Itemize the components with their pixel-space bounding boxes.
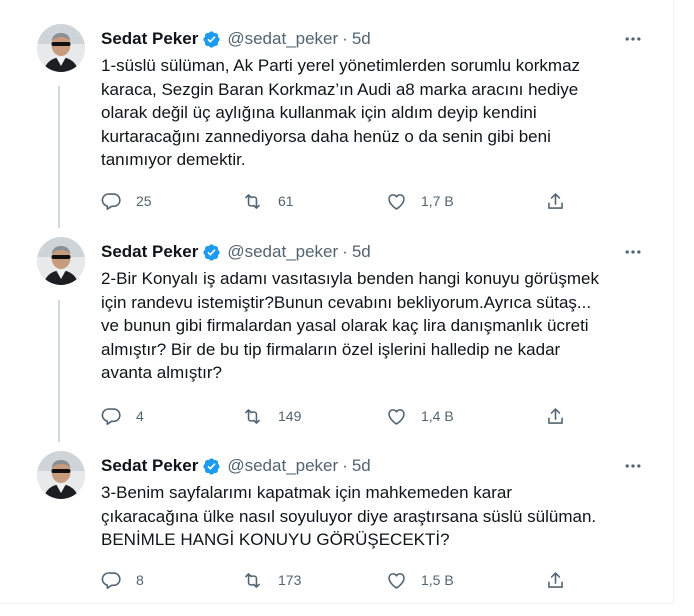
tweet-text: 2-Bir Konyalı iş adamı vasıtasıyla bende… bbox=[101, 267, 649, 385]
thread-connector-line bbox=[58, 300, 60, 442]
author-name[interactable]: Sedat Peker bbox=[101, 29, 198, 49]
tweet-actions: 4 149 1,4 B bbox=[101, 403, 571, 429]
verified-badge-icon bbox=[202, 30, 221, 49]
author-handle[interactable]: @sedat_peker bbox=[227, 242, 338, 262]
more-options-icon[interactable] bbox=[619, 241, 647, 263]
separator-dot: · bbox=[342, 29, 348, 48]
tweet-text-line: için randevu istemiştir?Bunun cevabını b… bbox=[101, 292, 592, 312]
thread-connector-line bbox=[58, 86, 60, 228]
tweet-header: Sedat Peker @sedat_peker · 5d bbox=[101, 455, 371, 477]
share-button[interactable] bbox=[545, 403, 566, 429]
tweet-text-line: 1-süslü sülüman, Ak Parti yerel yönetiml… bbox=[101, 56, 581, 75]
share-icon bbox=[545, 191, 566, 212]
retweet-count: 149 bbox=[278, 408, 302, 424]
reply-button[interactable]: 4 bbox=[101, 403, 144, 429]
reply-icon bbox=[101, 570, 122, 591]
reply-icon bbox=[101, 191, 122, 212]
tweet-timestamp[interactable]: 5d bbox=[352, 242, 371, 262]
tweet-text-line: tanımıyor demektir. bbox=[101, 150, 246, 169]
like-icon bbox=[386, 406, 407, 427]
author-name[interactable]: Sedat Peker bbox=[101, 456, 198, 476]
reply-count: 25 bbox=[136, 193, 152, 209]
tweet-text-line: 3-Benim sayfalarımı kapatmak için mahkem… bbox=[101, 483, 512, 502]
retweet-button[interactable]: 173 bbox=[241, 567, 301, 593]
tweet-text-line: BENİMLE HANGİ KONUYU GÖRÜŞECEKTİ? bbox=[101, 530, 450, 549]
tweet-text-line: kurtaracağını zannediyorsa daha henüz o … bbox=[101, 126, 551, 146]
reply-button[interactable]: 8 bbox=[101, 567, 144, 593]
avatar[interactable] bbox=[37, 451, 85, 499]
like-icon bbox=[386, 191, 407, 212]
tweet-actions: 25 61 1,7 B bbox=[101, 188, 571, 214]
reply-count: 4 bbox=[136, 408, 144, 424]
separator-dot: · bbox=[342, 242, 348, 261]
like-icon bbox=[386, 570, 407, 591]
like-count: 1,5 B bbox=[421, 572, 454, 588]
tweet-text-line: çıkaracağına ülke nasıl soyuluyor diye a… bbox=[101, 506, 597, 526]
tweet-text-line: almıştır? Bir de bu tip firmaların özel … bbox=[101, 339, 561, 359]
verified-badge-icon bbox=[202, 457, 221, 476]
verified-badge-icon bbox=[202, 243, 221, 262]
tweet-text-line: 2-Bir Konyalı iş adamı vasıtasıyla bende… bbox=[101, 269, 599, 288]
tweet-actions: 8 173 1,5 B bbox=[101, 567, 571, 593]
tweet-timestamp[interactable]: 5d bbox=[352, 456, 371, 476]
avatar[interactable] bbox=[37, 24, 85, 72]
like-button[interactable]: 1,7 B bbox=[386, 188, 454, 214]
share-button[interactable] bbox=[545, 567, 566, 593]
retweet-icon bbox=[241, 570, 264, 591]
share-button[interactable] bbox=[545, 188, 566, 214]
like-count: 1,7 B bbox=[421, 193, 454, 209]
tweet-header: Sedat Peker @sedat_peker · 5d bbox=[101, 28, 371, 50]
author-handle[interactable]: @sedat_peker bbox=[227, 29, 338, 49]
tweet-text: 1-süslü sülüman, Ak Parti yerel yönetiml… bbox=[101, 54, 649, 172]
retweet-button[interactable]: 149 bbox=[241, 403, 301, 429]
tweet-header: Sedat Peker @sedat_peker · 5d bbox=[101, 241, 371, 263]
like-button[interactable]: 1,4 B bbox=[386, 403, 454, 429]
reply-count: 8 bbox=[136, 572, 144, 588]
like-count: 1,4 B bbox=[421, 408, 454, 424]
tweet-text: 3-Benim sayfalarımı kapatmak için mahkem… bbox=[101, 481, 649, 552]
retweet-count: 61 bbox=[278, 193, 294, 209]
tweet-text-line: olarak değil üç aylığına kullanmak için … bbox=[101, 103, 537, 122]
tweet-timestamp[interactable]: 5d bbox=[352, 29, 371, 49]
author-handle[interactable]: @sedat_peker bbox=[227, 456, 338, 476]
retweet-count: 173 bbox=[278, 572, 302, 588]
reply-icon bbox=[101, 406, 122, 427]
tweet-text-line: ve bunun gibi firmalardan yasal olarak k… bbox=[101, 316, 589, 335]
author-name[interactable]: Sedat Peker bbox=[101, 242, 198, 262]
avatar[interactable] bbox=[37, 237, 85, 285]
like-button[interactable]: 1,5 B bbox=[386, 567, 454, 593]
retweet-icon bbox=[241, 191, 264, 212]
more-options-icon[interactable] bbox=[619, 455, 647, 477]
more-options-icon[interactable] bbox=[619, 28, 647, 50]
separator-dot: · bbox=[342, 456, 348, 475]
share-icon bbox=[545, 406, 566, 427]
tweet-text-line: karaca, Sezgin Baran Korkmaz’ın Audi a8 … bbox=[101, 79, 579, 99]
share-icon bbox=[545, 570, 566, 591]
reply-button[interactable]: 25 bbox=[101, 188, 152, 214]
tweet-text-line: avanta almıştır? bbox=[101, 363, 222, 382]
retweet-icon bbox=[241, 406, 264, 427]
retweet-button[interactable]: 61 bbox=[241, 188, 294, 214]
